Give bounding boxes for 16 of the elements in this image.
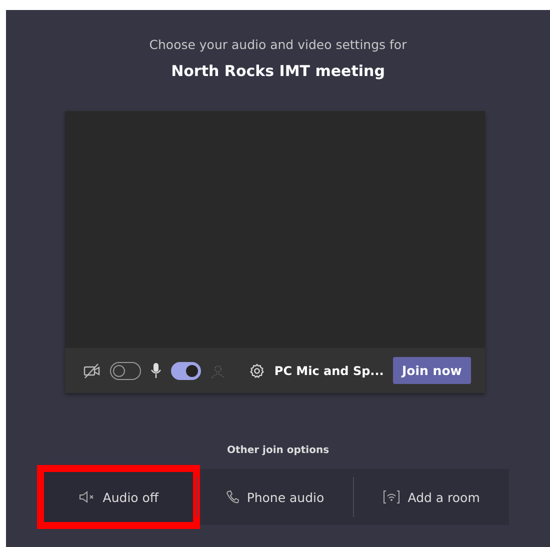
microphone-toggle[interactable] xyxy=(170,362,202,380)
join-now-button[interactable]: Join now xyxy=(392,357,472,384)
microphone-icon[interactable] xyxy=(150,362,162,379)
join-option[interactable]: Phone audio xyxy=(197,469,353,525)
room-display-icon xyxy=(382,490,400,504)
camera-toggle[interactable] xyxy=(110,362,141,380)
meeting-title: North Rocks IMT meeting xyxy=(171,62,385,80)
settings-icon[interactable] xyxy=(249,362,266,378)
phone-icon xyxy=(226,490,239,504)
join-option[interactable]: Audio off xyxy=(41,469,196,525)
camera-off-icon[interactable] xyxy=(83,362,101,378)
audio-device-label[interactable]: PC Mic and Sp... xyxy=(274,364,384,378)
speaker-muted-icon xyxy=(78,491,95,503)
other-options-heading: Other join options xyxy=(226,445,330,456)
join-option[interactable]: Add a room xyxy=(354,469,509,525)
settings-prompt: Choose your audio and video settings for xyxy=(149,37,407,52)
